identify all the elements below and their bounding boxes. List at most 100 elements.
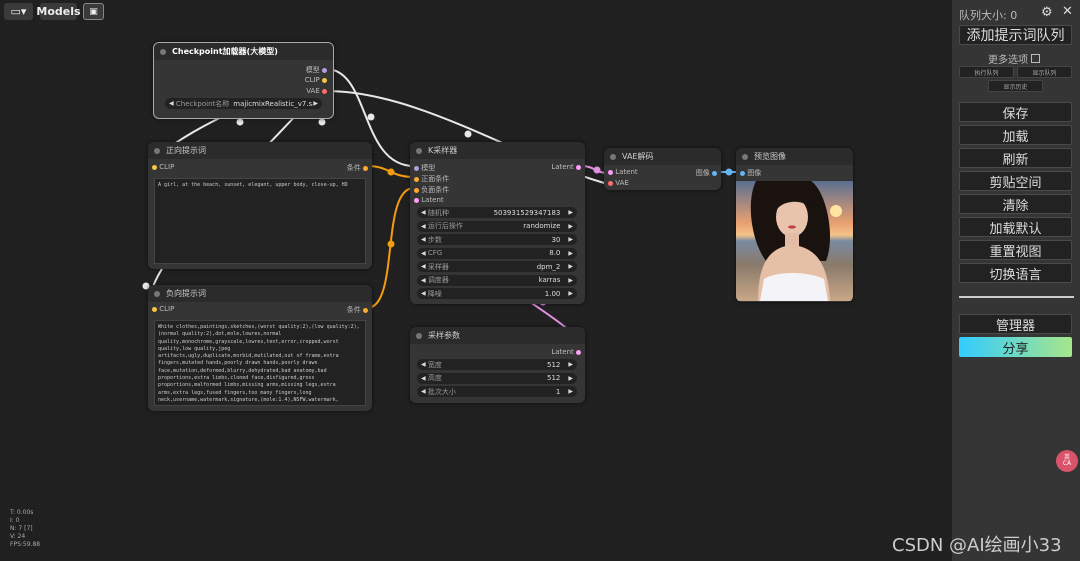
input-model[interactable]: 模型	[414, 163, 435, 173]
arrow-left-icon[interactable]: ◀	[421, 263, 426, 270]
node-title[interactable]: VAE解码	[604, 148, 721, 165]
arrow-right-icon[interactable]: ▶	[568, 250, 573, 257]
render-stats: T: 0.00s I: 0 N: 7 [7] V: 24 FPS:59.88	[10, 509, 40, 549]
arrow-left-icon[interactable]: ◀	[421, 250, 426, 257]
arrow-right-icon[interactable]: ▶	[568, 361, 573, 368]
reset-view-button[interactable]: 重置视图	[959, 240, 1072, 260]
arrow-right-icon[interactable]: ▶	[568, 388, 573, 395]
output-clip[interactable]: CLIP	[305, 76, 327, 84]
empty-latent-node[interactable]: 采样参数 Latent ◀ 宽度 512 ▶ ◀ 高度 512 ▶ ◀ 批次大小 1 ▶	[410, 327, 585, 403]
node-title[interactable]: K采样器	[410, 142, 585, 159]
queue-size-label: 队列大小: 0	[959, 9, 1018, 22]
models-button[interactable]: Models	[36, 3, 81, 20]
output-latent[interactable]: Latent	[551, 348, 581, 356]
arrow-left-icon[interactable]: ◀	[421, 209, 426, 216]
widget-5[interactable]: ◀ 调度器 karras ▶	[417, 274, 577, 286]
queue-prompt-button[interactable]: 添加提示词队列	[959, 25, 1072, 45]
prompt-textarea[interactable]: A girl, at the beach, sunset, elegant, u…	[154, 178, 366, 264]
output-conditioning[interactable]: 条件	[347, 163, 368, 173]
ksampler-node[interactable]: K采样器 模型 正面条件 负面条件 Latent Latent ◀ 随机种 503…	[410, 142, 585, 304]
save-button[interactable]: 保存	[959, 102, 1072, 122]
checkbox[interactable]	[1031, 54, 1040, 63]
prompt-textarea[interactable]: White clothes,paintings,sketches,(worst …	[154, 320, 366, 406]
gear-icon[interactable]: ⚙	[1041, 5, 1053, 20]
widget-4[interactable]: ◀ 采样器 dpm_2 ▶	[417, 261, 577, 272]
stat-v: V: 24	[10, 533, 26, 541]
ckpt-name-widget[interactable]: ◀ Checkpoint名称majicmixRealistic_v7.sa...…	[165, 98, 322, 109]
widget-3[interactable]: ◀ CFG 8.0 ▶	[417, 247, 577, 259]
widget-0[interactable]: ◀ 宽度 512 ▶	[417, 359, 577, 370]
output-latent[interactable]: Latent	[551, 163, 581, 171]
widget-1[interactable]: ◀ 高度 512 ▶	[417, 372, 577, 384]
arrow-left-icon[interactable]: ◀	[421, 375, 426, 382]
close-icon[interactable]: ✕	[1062, 4, 1073, 19]
divider	[959, 296, 1074, 298]
show-queue-button[interactable]: 显示队列	[1017, 66, 1072, 78]
node-title[interactable]: 采样参数	[410, 327, 585, 344]
output-image[interactable]: 图像	[696, 168, 717, 178]
stat-time: T: 0.00s	[10, 509, 34, 516]
positive-prompt-node[interactable]: 正向提示词 CLIP 条件 A girl, at the beach, suns…	[148, 142, 372, 269]
widget-1[interactable]: ◀ 运行后操作 randomize ▶	[417, 220, 577, 232]
run-queue-button[interactable]: 执行队列	[959, 66, 1014, 78]
show-history-button[interactable]: 显示历史	[988, 80, 1043, 92]
output-model[interactable]: 模型	[306, 65, 327, 75]
clear-button[interactable]: 清除	[959, 194, 1072, 214]
preview-image[interactable]	[736, 181, 853, 301]
load-button[interactable]: 加载	[959, 125, 1072, 145]
input-clip[interactable]: CLIP	[152, 305, 174, 313]
arrow-right-icon[interactable]: ▶	[568, 223, 573, 230]
share-button[interactable]: 分享	[959, 337, 1072, 357]
arrow-left-icon[interactable]: ◀	[421, 290, 426, 297]
load-default-button[interactable]: 加载默认	[959, 217, 1072, 237]
arrow-right-icon[interactable]: ▶	[568, 277, 573, 284]
preview-image-node[interactable]: 预览图像 图像	[736, 148, 853, 302]
widget-0[interactable]: ◀ 随机种 503931529347183 ▶	[417, 207, 577, 218]
node-title[interactable]: 预览图像	[736, 148, 853, 165]
checkpoint-loader-node[interactable]: Checkpoint加载器(大模型) 模型 CLIP VAE ◀ Checkpo…	[153, 42, 334, 119]
vae-decode-node[interactable]: VAE解码 Latent VAE 图像	[604, 148, 721, 190]
arrow-left-icon[interactable]: ◀	[421, 236, 426, 243]
node-title[interactable]: Checkpoint加载器(大模型)	[154, 43, 333, 60]
arrow-left-icon[interactable]: ◀	[421, 361, 426, 368]
input-latent[interactable]: Latent	[608, 168, 638, 176]
input-clip[interactable]: CLIP	[152, 163, 174, 171]
node-title[interactable]: 正向提示词	[148, 142, 372, 159]
watermark-text: CSDN @AI绘画小33	[892, 535, 1062, 556]
arrow-left-icon[interactable]: ◀	[421, 277, 426, 284]
arrow-left-icon[interactable]: ◀	[421, 223, 426, 230]
arrow-right-icon[interactable]: ▶	[568, 375, 573, 382]
input-positive[interactable]: 正面条件	[414, 174, 449, 184]
arrow-right-icon[interactable]: ▶	[568, 209, 573, 216]
arrow-left-icon[interactable]: ◀	[169, 100, 174, 107]
input-image[interactable]: 图像	[740, 168, 761, 178]
output-conditioning[interactable]: 条件	[347, 305, 368, 315]
stat-nodes: N: 7 [7]	[10, 525, 33, 533]
manager-button[interactable]: 管理器	[959, 314, 1072, 334]
negative-prompt-node[interactable]: 负向提示词 CLIP 条件 White clothes,paintings,sk…	[148, 285, 372, 411]
floating-translate-badge[interactable]: 英 CA	[1056, 450, 1078, 472]
input-latent[interactable]: Latent	[414, 196, 444, 204]
switch-language-button[interactable]: 切换语言	[959, 263, 1072, 283]
node-title[interactable]: 负向提示词	[148, 285, 372, 302]
folder-icon: ▭▾	[10, 5, 27, 18]
arrow-left-icon[interactable]: ◀	[421, 388, 426, 395]
input-vae[interactable]: VAE	[608, 179, 629, 187]
floppy-icon: ▣	[89, 6, 98, 17]
folder-menu-button[interactable]: ▭▾	[4, 3, 33, 20]
stat-fps: FPS:59.88	[10, 541, 41, 549]
arrow-right-icon[interactable]: ▶	[568, 263, 573, 270]
clipspace-button[interactable]: 剪贴空间	[959, 171, 1072, 191]
input-negative[interactable]: 负面条件	[414, 185, 449, 195]
arrow-right-icon[interactable]: ▶	[313, 100, 318, 107]
arrow-right-icon[interactable]: ▶	[568, 290, 573, 297]
widget-6[interactable]: ◀ 降噪 1.00 ▶	[417, 288, 577, 299]
arrow-right-icon[interactable]: ▶	[568, 236, 573, 243]
refresh-button[interactable]: 刷新	[959, 148, 1072, 168]
more-options-toggle[interactable]: 更多选项	[988, 51, 1040, 66]
side-menu: 队列大小: 0 ⚙ ✕ 添加提示词队列 更多选项 执行队列 显示队列 显示历史 …	[952, 0, 1080, 561]
output-vae[interactable]: VAE	[306, 87, 327, 95]
widget-2[interactable]: ◀ 步数 30 ▶	[417, 234, 577, 245]
widget-2[interactable]: ◀ 批次大小 1 ▶	[417, 386, 577, 397]
save-workflow-button[interactable]: ▣	[83, 3, 104, 20]
